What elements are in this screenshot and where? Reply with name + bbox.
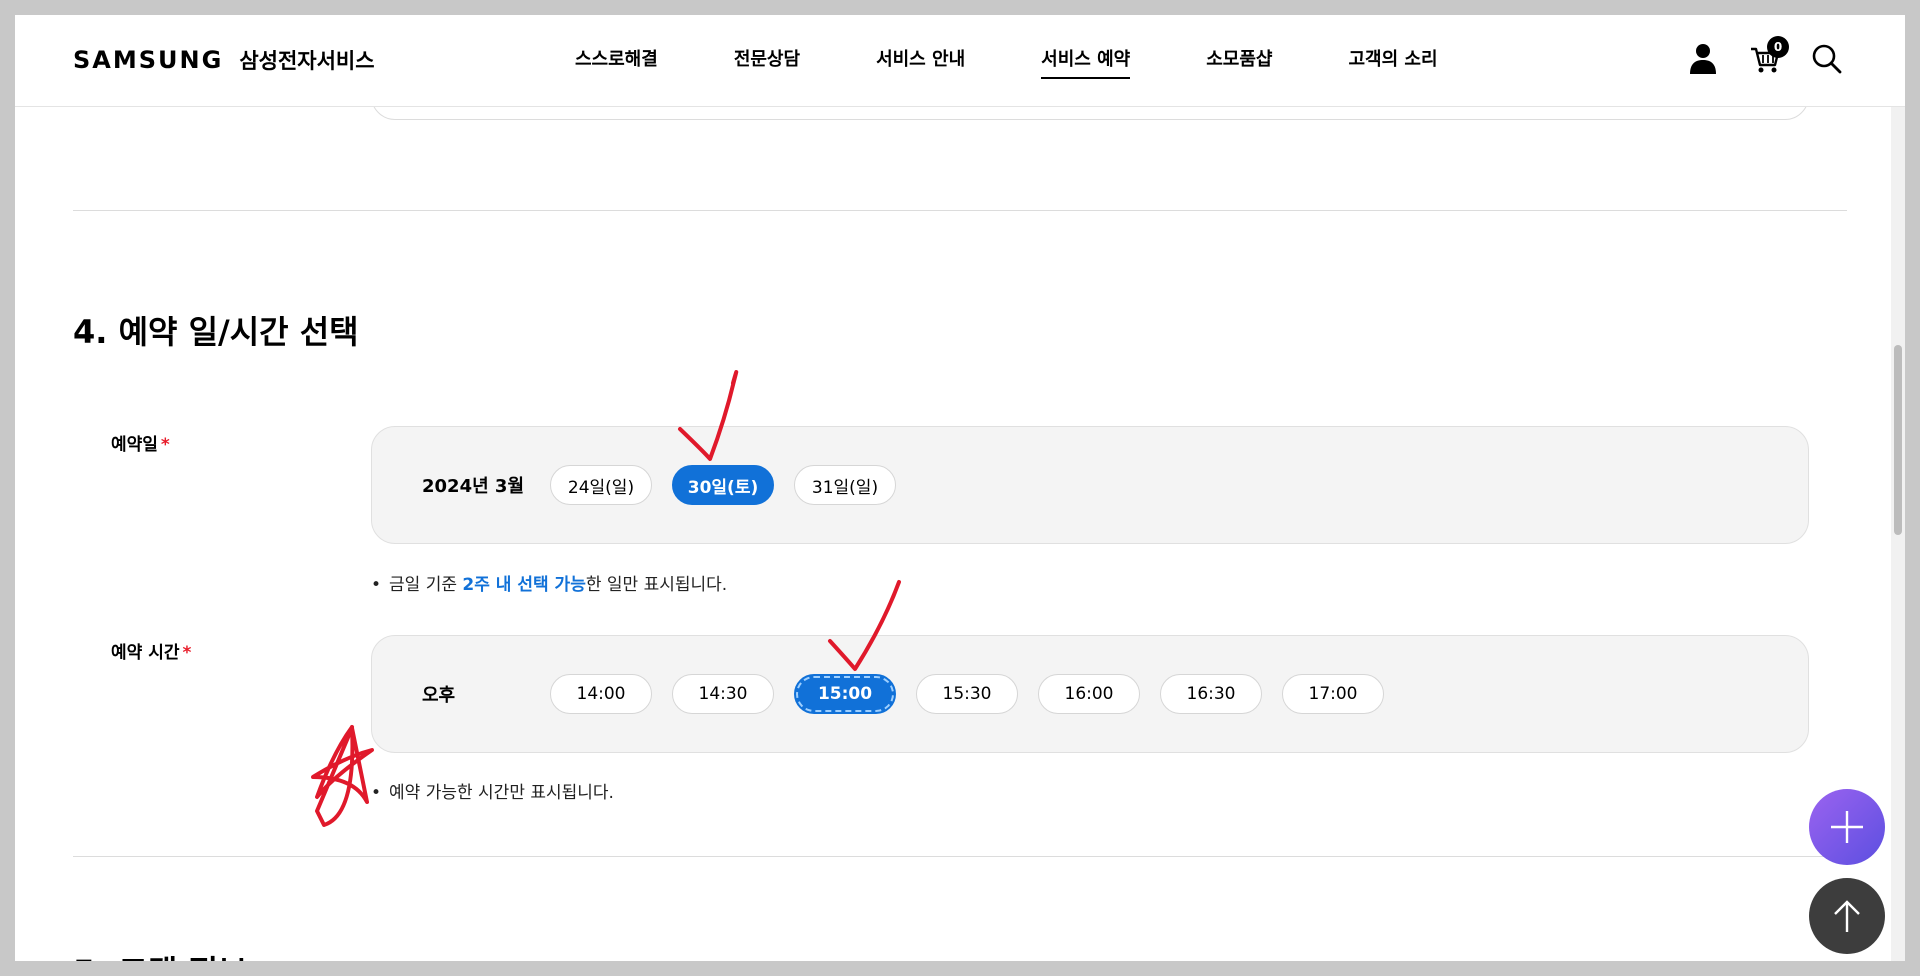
required-mark: *: [182, 643, 192, 663]
page-viewport: SAMSUNG 삼성전자서비스 스스로해결 전문상담 서비스 안내 서비스 예약…: [15, 15, 1905, 961]
scrollbar-thumb[interactable]: [1894, 345, 1902, 535]
user-icon[interactable]: [1687, 41, 1719, 75]
bullet: •: [371, 783, 382, 803]
time-note-text: 예약 가능한 시간만 표시됩니다.: [389, 783, 614, 803]
nav-item-parts-shop[interactable]: 소모품샵: [1206, 45, 1272, 79]
time-label-text: 예약 시간: [111, 643, 180, 663]
logo-wordmark: SAMSUNG: [73, 46, 224, 74]
date-options: 24일(일) 30일(토) 31일(일): [550, 465, 896, 505]
header-utilities: 0: [1687, 36, 1843, 75]
date-note-suffix: 한 일만 표시됩니다.: [585, 575, 728, 595]
logo-subtitle: 삼성전자서비스: [239, 49, 375, 73]
date-option[interactable]: 31일(일): [794, 465, 896, 505]
nav-item-customer-voice[interactable]: 고객의 소리: [1348, 45, 1437, 79]
time-option-selected[interactable]: 15:00: [794, 674, 896, 714]
date-label-text: 예약일: [111, 435, 158, 455]
scroll-to-top-button[interactable]: [1809, 878, 1885, 954]
time-option[interactable]: 16:00: [1038, 674, 1140, 714]
time-option[interactable]: 14:00: [550, 674, 652, 714]
time-option[interactable]: 14:30: [672, 674, 774, 714]
date-month: 2024년 3월: [422, 476, 525, 497]
site-header: SAMSUNG 삼성전자서비스 스스로해결 전문상담 서비스 안내 서비스 예약…: [15, 15, 1905, 107]
required-mark: *: [160, 435, 170, 455]
time-option[interactable]: 15:30: [916, 674, 1018, 714]
time-label: 예약 시간 *: [111, 638, 191, 663]
nav-item-service-info[interactable]: 서비스 안내: [876, 45, 965, 79]
time-options: 14:00 14:30 15:00 15:30 16:00 16:30 17:0…: [550, 674, 1384, 714]
nav-item-consult[interactable]: 전문상담: [734, 45, 800, 79]
cart-count-badge: 0: [1767, 36, 1789, 58]
time-option[interactable]: 17:00: [1282, 674, 1384, 714]
scrollbar[interactable]: [1891, 15, 1905, 961]
cart-icon[interactable]: 0: [1749, 36, 1789, 75]
main-nav: 스스로해결 전문상담 서비스 안내 서비스 예약 소모품샵 고객의 소리: [575, 45, 1514, 79]
section-divider: [73, 856, 1847, 857]
time-picker-box: 오후 14:00 14:30 15:00 15:30 16:00 16:30 1…: [371, 635, 1809, 753]
next-section-title: 5. 고객 정보: [73, 947, 247, 961]
time-note: • 예약 가능한 시간만 표시됩니다.: [371, 778, 614, 803]
search-icon[interactable]: [1811, 41, 1843, 75]
star-annotation: [311, 725, 374, 827]
section-divider: [73, 210, 1847, 211]
date-note: • 금일 기준 2주 내 선택 가능한 일만 표시됩니다.: [371, 570, 727, 595]
section-title: 4. 예약 일/시간 선택: [73, 313, 359, 351]
date-picker-box: 2024년 3월 24일(일) 30일(토) 31일(일): [371, 426, 1809, 544]
date-label: 예약일 *: [111, 430, 170, 455]
nav-item-self-help[interactable]: 스스로해결: [575, 45, 658, 79]
arrow-up-icon: [1834, 900, 1860, 932]
time-option[interactable]: 16:30: [1160, 674, 1262, 714]
nav-item-service-booking[interactable]: 서비스 예약: [1041, 45, 1131, 79]
time-period: 오후: [422, 685, 456, 706]
date-option-selected[interactable]: 30일(토): [672, 465, 774, 505]
logo[interactable]: SAMSUNG 삼성전자서비스: [73, 45, 375, 75]
date-note-highlight: 2주 내 선택 가능: [462, 575, 586, 595]
date-option[interactable]: 24일(일): [550, 465, 652, 505]
floating-plus-button[interactable]: [1809, 789, 1885, 865]
plus-icon: [1831, 811, 1863, 843]
date-note-prefix: 금일 기준: [389, 575, 463, 595]
bullet: •: [371, 575, 382, 595]
